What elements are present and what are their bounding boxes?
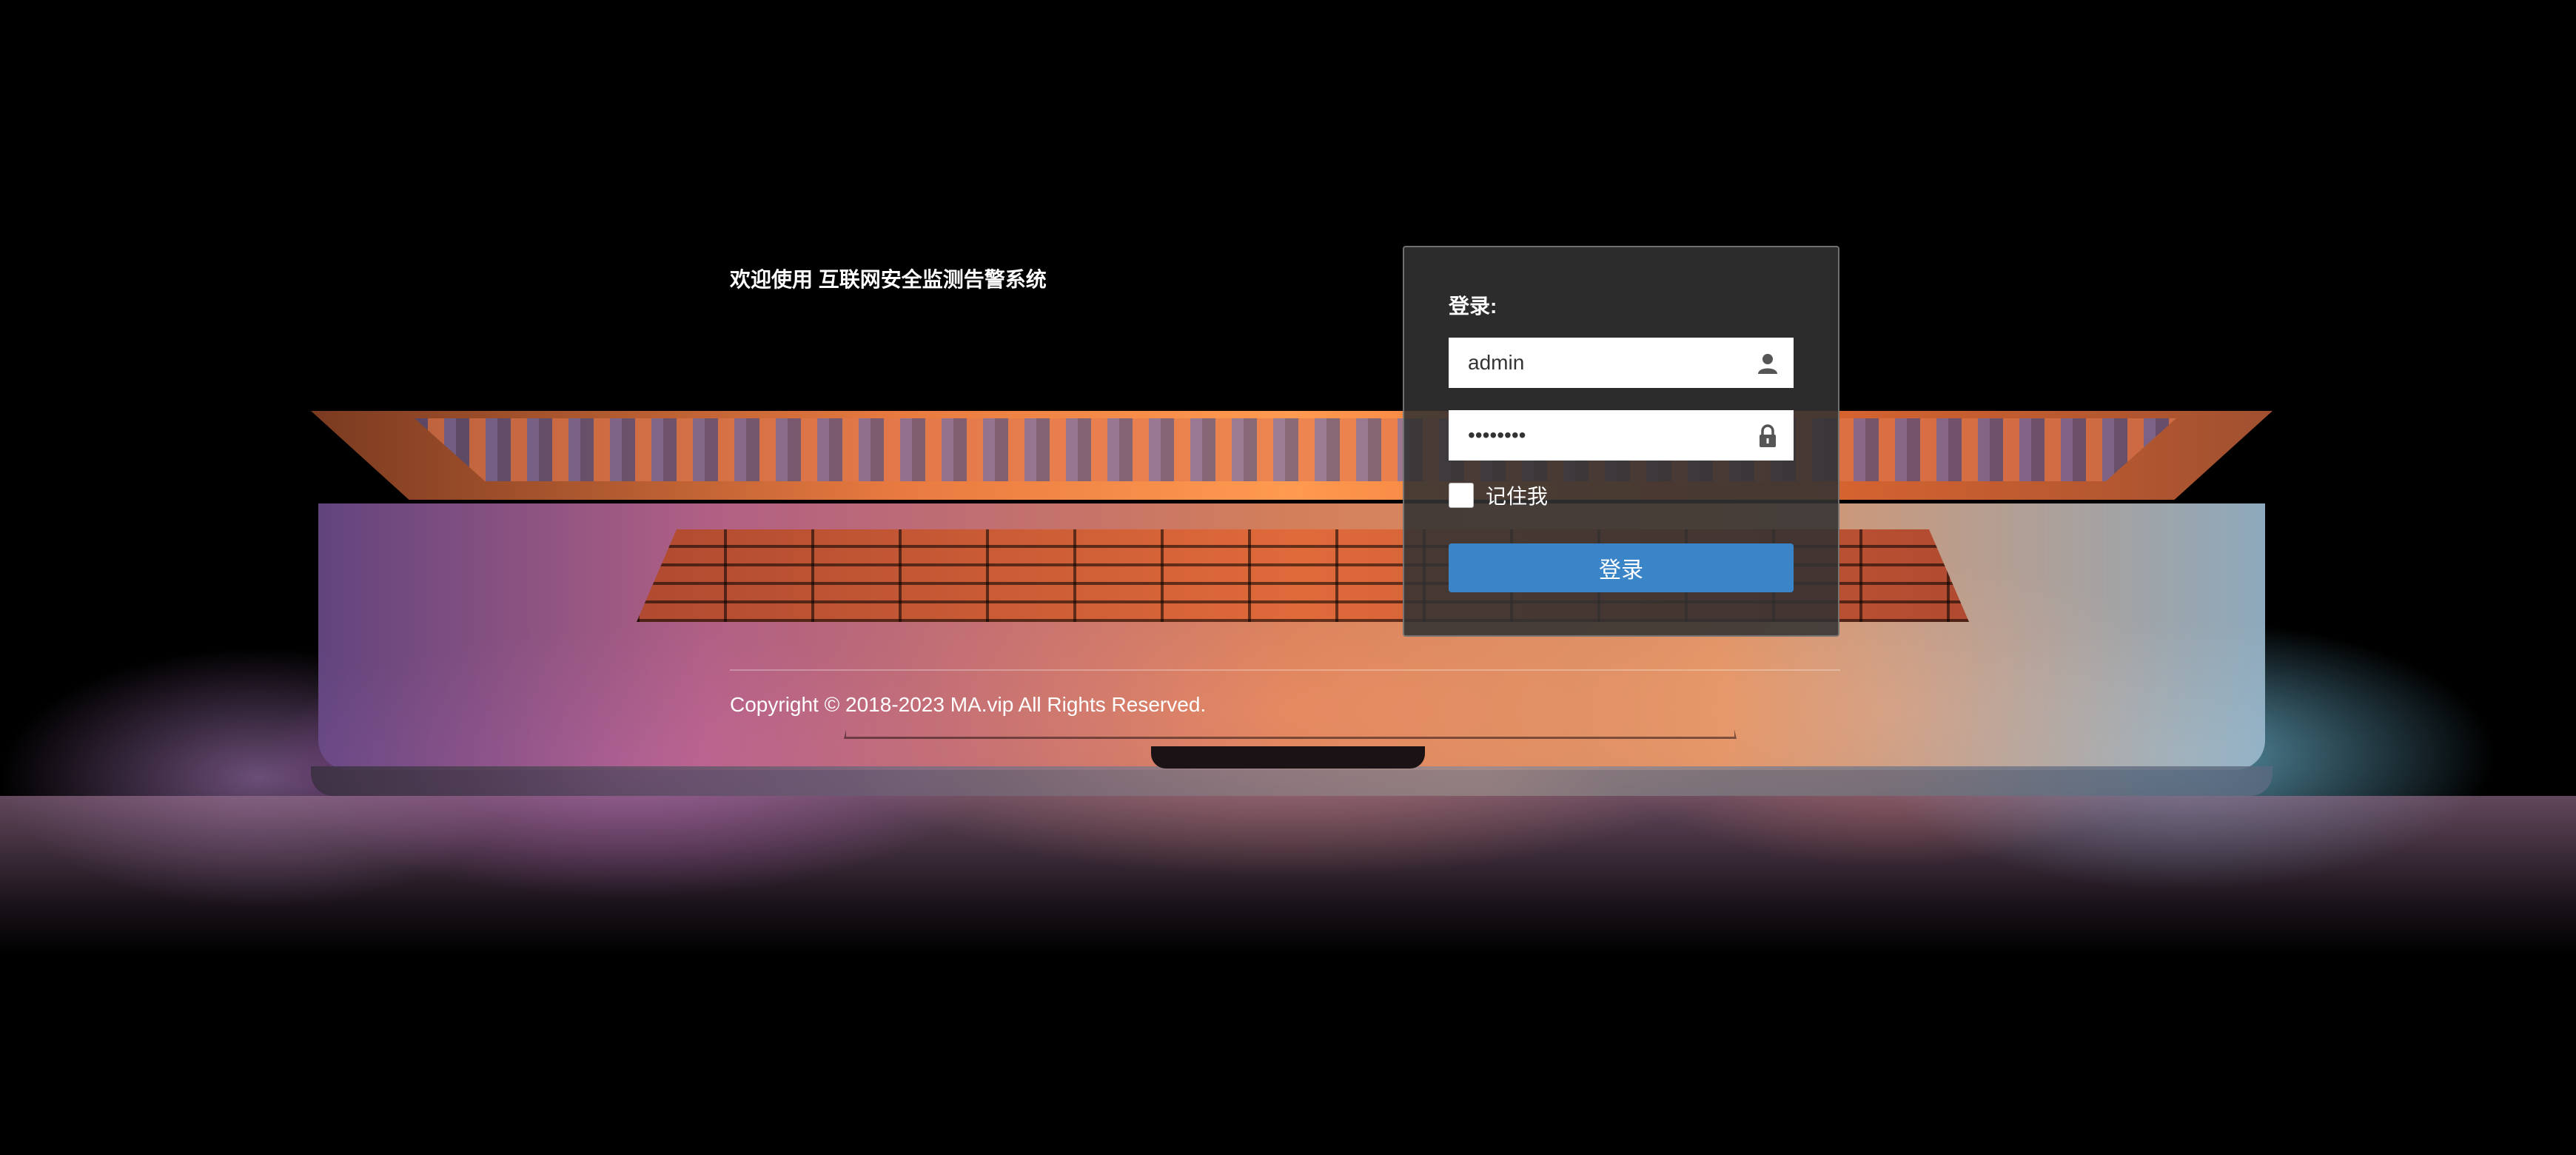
copyright-text: Copyright © 2018-2023 MA.vip All Rights …	[730, 693, 1207, 716]
welcome-title: 欢迎使用 互联网安全监测告警系统	[730, 268, 1047, 291]
remember-label: 记住我	[1486, 485, 1549, 508]
login-title: 登录:	[1449, 295, 1497, 318]
laptop-base	[311, 766, 2273, 796]
laptop-screen-wallpaper	[415, 418, 2176, 481]
user-icon	[1758, 354, 1777, 374]
footer-divider	[730, 669, 1840, 671]
remember-checkbox[interactable]	[1449, 483, 1474, 508]
login-panel: 登录: 记住我 登录	[1403, 246, 1839, 637]
remember-me[interactable]: 记住我	[1449, 481, 1548, 509]
background-laptop-image	[0, 0, 2576, 1155]
laptop-trackpad	[844, 626, 1737, 739]
background-table	[0, 796, 2576, 955]
lock-icon	[1760, 424, 1776, 447]
username-field	[1449, 338, 1794, 388]
laptop-notch	[1151, 746, 1425, 769]
password-field	[1449, 410, 1794, 461]
login-button[interactable]: 登录	[1449, 543, 1794, 592]
username-input[interactable]	[1449, 338, 1745, 388]
password-input[interactable]	[1449, 410, 1745, 461]
